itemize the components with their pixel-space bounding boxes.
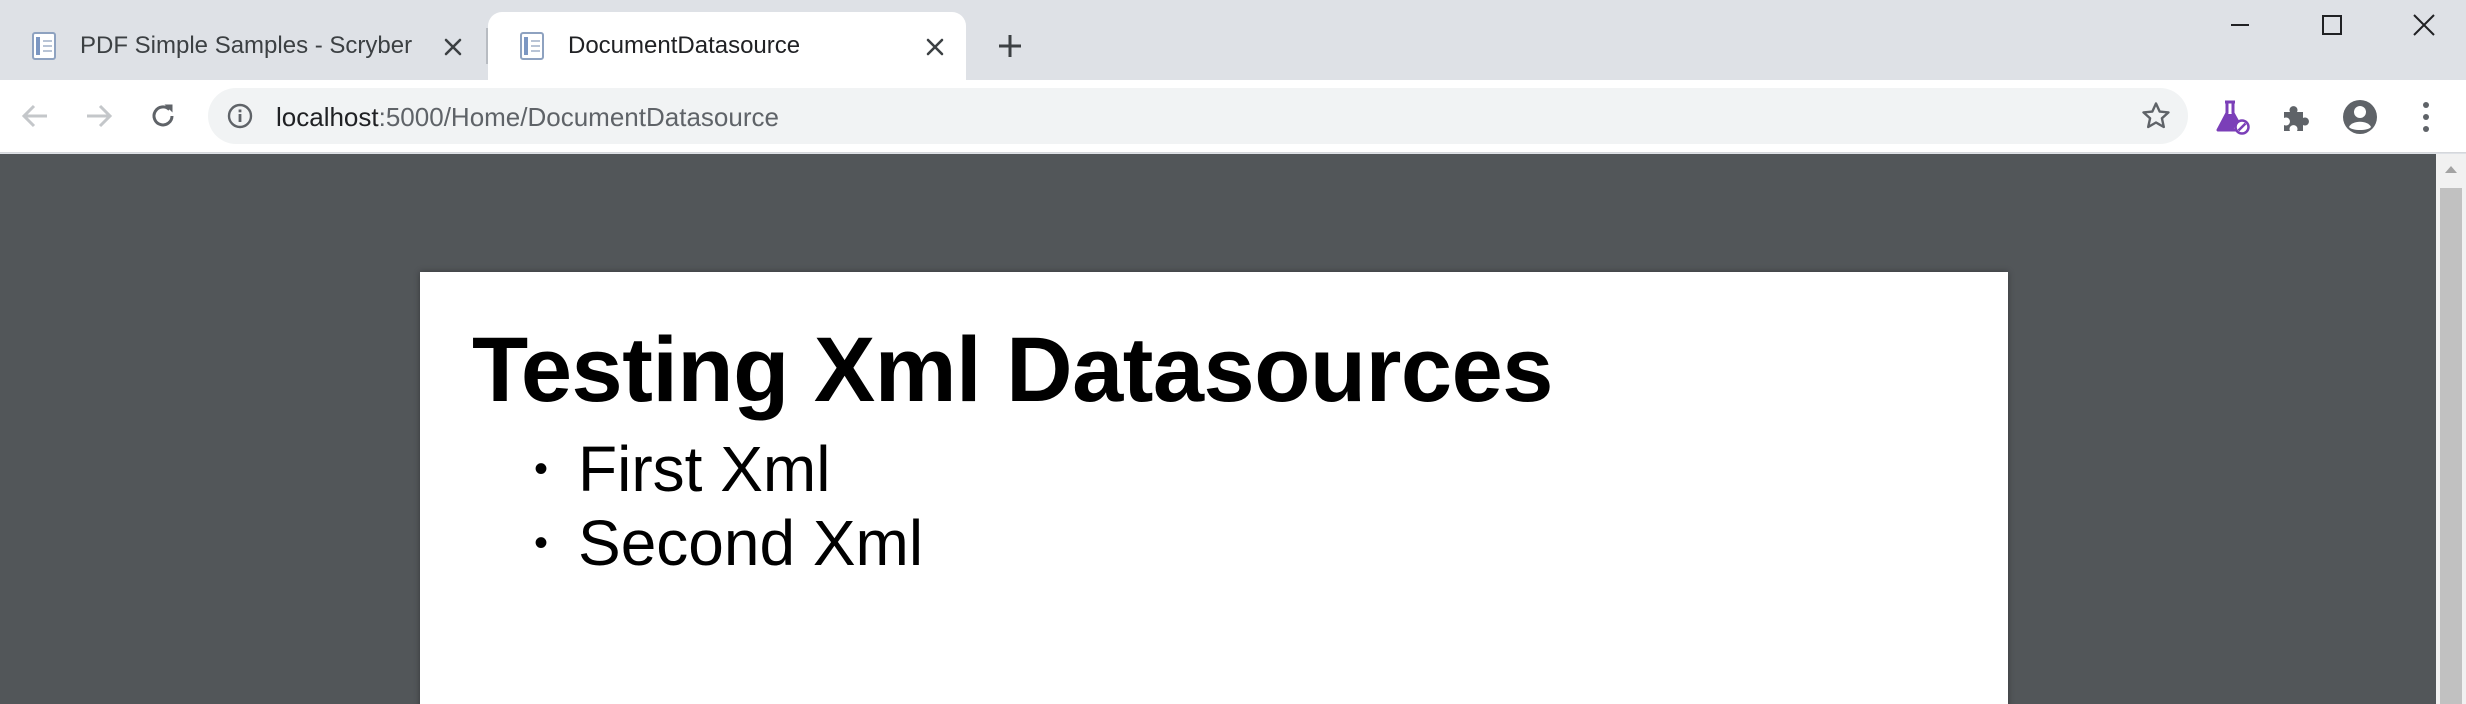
maximize-button[interactable] — [2286, 0, 2378, 50]
pdf-page: Testing Xml Datasources • First Xml • Se… — [420, 272, 2008, 704]
list-item: • Second Xml — [530, 506, 923, 580]
tab-pdf-simple-samples[interactable]: PDF Simple Samples - Scryber — [0, 12, 484, 80]
reload-icon — [152, 104, 174, 127]
minimize-icon — [2231, 24, 2249, 26]
minimize-button[interactable] — [2194, 0, 2286, 50]
extensions-button[interactable] — [2274, 95, 2318, 139]
tab-title: PDF Simple Samples - Scryber — [80, 32, 413, 59]
chrome-labs-button[interactable] — [2210, 95, 2254, 139]
close-icon — [926, 38, 944, 56]
url-host: localhost — [276, 102, 379, 132]
list-item-text: Second Xml — [578, 507, 924, 579]
browser-menu-button[interactable] — [2404, 95, 2448, 139]
new-tab-button[interactable] — [990, 26, 1030, 66]
list-item-text: First Xml — [578, 433, 831, 505]
reload-button[interactable] — [142, 95, 184, 137]
back-button[interactable] — [14, 95, 56, 137]
browser-window: PDF Simple Samples - Scryber DocumentDat… — [0, 0, 2466, 704]
url-text[interactable]: localhost:5000/Home/DocumentDatasource — [276, 103, 779, 131]
list-bullet: • — [534, 447, 549, 491]
tab-close-button[interactable] — [440, 34, 466, 60]
scroll-up-button[interactable] — [2436, 154, 2466, 184]
tab-strip: PDF Simple Samples - Scryber DocumentDat… — [0, 0, 2466, 80]
tab-close-button[interactable] — [922, 34, 948, 60]
kebab-menu-icon — [2423, 102, 2429, 132]
document-list: • First Xml • Second Xml — [530, 432, 923, 580]
close-window-button[interactable] — [2378, 0, 2466, 50]
document-favicon-icon — [520, 32, 544, 60]
profile-button[interactable] — [2338, 95, 2382, 139]
arrow-right-icon — [87, 104, 113, 128]
address-bar[interactable]: localhost:5000/Home/DocumentDatasource — [208, 88, 2188, 144]
scrollbar-thumb[interactable] — [2440, 188, 2462, 704]
maximize-icon — [2322, 15, 2342, 35]
tab-title: DocumentDatasource — [568, 32, 801, 59]
list-bullet: • — [534, 521, 549, 565]
document-heading: Testing Xml Datasources — [472, 319, 1553, 421]
triangle-up-icon — [2445, 166, 2457, 173]
tab-document-datasource[interactable]: DocumentDatasource — [488, 12, 966, 80]
plus-icon — [999, 35, 1021, 57]
star-icon[interactable] — [2140, 100, 2172, 132]
forward-button[interactable] — [78, 95, 120, 137]
close-icon — [444, 38, 462, 56]
pdf-viewer[interactable]: Testing Xml Datasources • First Xml • Se… — [0, 154, 2436, 704]
flask-icon — [2216, 100, 2250, 135]
puzzle-icon — [2284, 106, 2309, 131]
info-icon[interactable] — [226, 102, 254, 130]
vertical-scrollbar[interactable] — [2436, 154, 2466, 704]
list-item: • First Xml — [530, 432, 923, 506]
url-path: :5000/Home/DocumentDatasource — [378, 102, 779, 132]
document-favicon-icon — [32, 32, 56, 60]
account-circle-icon — [2343, 100, 2377, 134]
arrow-left-icon — [21, 104, 47, 128]
close-icon — [2413, 14, 2435, 36]
browser-toolbar: localhost:5000/Home/DocumentDatasource — [0, 80, 2466, 153]
